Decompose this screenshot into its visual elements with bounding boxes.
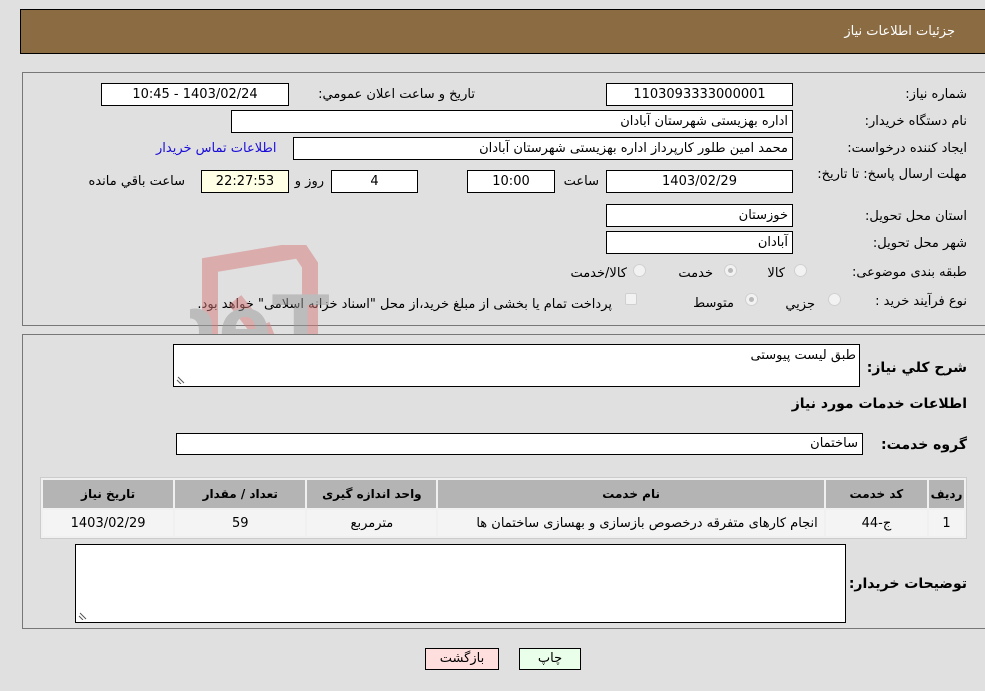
- cell-row-number: 1: [929, 510, 964, 536]
- buyer-contact-link[interactable]: اطلاعات تماس خریدار: [156, 141, 276, 156]
- col-need-date: تاریخ نیاز: [43, 480, 174, 508]
- service-group-label: گروه خدمت:: [881, 437, 967, 453]
- page-title: جزئیات اطلاعات نیاز: [844, 24, 955, 39]
- buyer-org-field[interactable]: اداره بهزیستی شهرستان آبادان: [231, 110, 793, 133]
- province-label: استان محل تحویل:: [865, 209, 967, 224]
- remaining-time-field: 22:27:53: [201, 170, 289, 193]
- requester-field[interactable]: محمد امین طلور کارپرداز اداره بهزیستی شه…: [293, 137, 793, 160]
- treasury-checkbox-label: پرداخت تمام یا بخشی از مبلغ خرید،از محل …: [197, 297, 612, 312]
- cell-service-code: ج-44: [825, 510, 928, 536]
- category-option-service: خدمت: [678, 266, 713, 281]
- remaining-label: ساعت باقي مانده: [88, 174, 185, 189]
- category-radio-service[interactable]: [724, 264, 737, 277]
- col-service-name: نام خدمت: [438, 480, 824, 508]
- service-group-field[interactable]: ساختمان: [176, 433, 863, 455]
- deadline-time-label: ساعت: [563, 174, 599, 189]
- services-table: ردیف کد خدمت نام خدمت واحد اندازه گیری ت…: [40, 477, 967, 539]
- page-header: جزئیات اطلاعات نیاز: [20, 9, 985, 54]
- category-option-goods-service: کالا/خدمت: [570, 266, 627, 281]
- cell-need-date: 1403/02/29: [43, 510, 174, 536]
- process-radio-medium[interactable]: [745, 293, 758, 306]
- deadline-label: مهلت ارسال پاسخ: تا تاریخ:: [817, 167, 967, 182]
- city-label: شهر محل تحویل:: [872, 236, 967, 251]
- table-header-row: ردیف کد خدمت نام خدمت واحد اندازه گیری ت…: [43, 480, 964, 508]
- days-label: روز و: [294, 174, 324, 189]
- table-row: 1 ج-44 انجام کارهای متفرقه درخصوص بازساز…: [43, 510, 964, 536]
- cell-service-name: انجام کارهای متفرقه درخصوص بازسازی و بهس…: [438, 510, 824, 536]
- description-value: طبق لیست پیوستی: [750, 348, 856, 363]
- col-quantity: تعداد / مقدار: [175, 480, 306, 508]
- description-label: شرح کلي نیاز:: [866, 360, 967, 376]
- buyer-org-label: نام دستگاه خریدار:: [864, 114, 967, 129]
- category-option-goods: کالا: [767, 266, 785, 281]
- col-service-code: کد خدمت: [825, 480, 928, 508]
- deadline-date-field[interactable]: 1403/02/29: [606, 170, 793, 193]
- announce-datetime-field[interactable]: 1403/02/24 - 10:45: [101, 83, 289, 106]
- category-radio-goods[interactable]: [794, 264, 807, 277]
- description-textarea[interactable]: طبق لیست پیوستی: [173, 344, 860, 387]
- requester-label: ایجاد کننده درخواست:: [847, 141, 967, 156]
- resize-grip-icon[interactable]: [78, 610, 88, 620]
- process-radio-minor[interactable]: [828, 293, 841, 306]
- resize-grip-icon[interactable]: [176, 374, 186, 384]
- need-number-label: شماره نیاز:: [905, 87, 967, 102]
- services-section-title: اطلاعات خدمات مورد نیاز: [791, 396, 967, 412]
- buyer-notes-textarea[interactable]: [75, 544, 846, 623]
- province-field[interactable]: خوزستان: [606, 204, 793, 227]
- announce-datetime-label: تاریخ و ساعت اعلان عمومي:: [318, 87, 475, 102]
- cell-unit: مترمربع: [307, 510, 437, 536]
- back-button[interactable]: بازگشت: [425, 648, 499, 670]
- treasury-checkbox[interactable]: [625, 293, 637, 305]
- purchase-process-label: نوع فرآیند خرید :: [875, 294, 967, 309]
- process-option-medium: متوسط: [693, 296, 734, 311]
- category-label: طبقه بندی موضوعی:: [851, 265, 967, 280]
- city-field[interactable]: آبادان: [606, 231, 793, 254]
- remaining-days-field[interactable]: 4: [331, 170, 418, 193]
- deadline-time-field[interactable]: 10:00: [467, 170, 555, 193]
- cell-quantity: 59: [175, 510, 306, 536]
- need-number-field[interactable]: 1103093333000001: [606, 83, 793, 106]
- buyer-notes-label: توضیحات خریدار:: [848, 576, 967, 592]
- col-row-number: ردیف: [929, 480, 964, 508]
- print-button[interactable]: چاپ: [519, 648, 581, 670]
- col-unit: واحد اندازه گیری: [307, 480, 437, 508]
- process-option-minor: جزيي: [785, 297, 815, 312]
- category-radio-goods-service[interactable]: [633, 264, 646, 277]
